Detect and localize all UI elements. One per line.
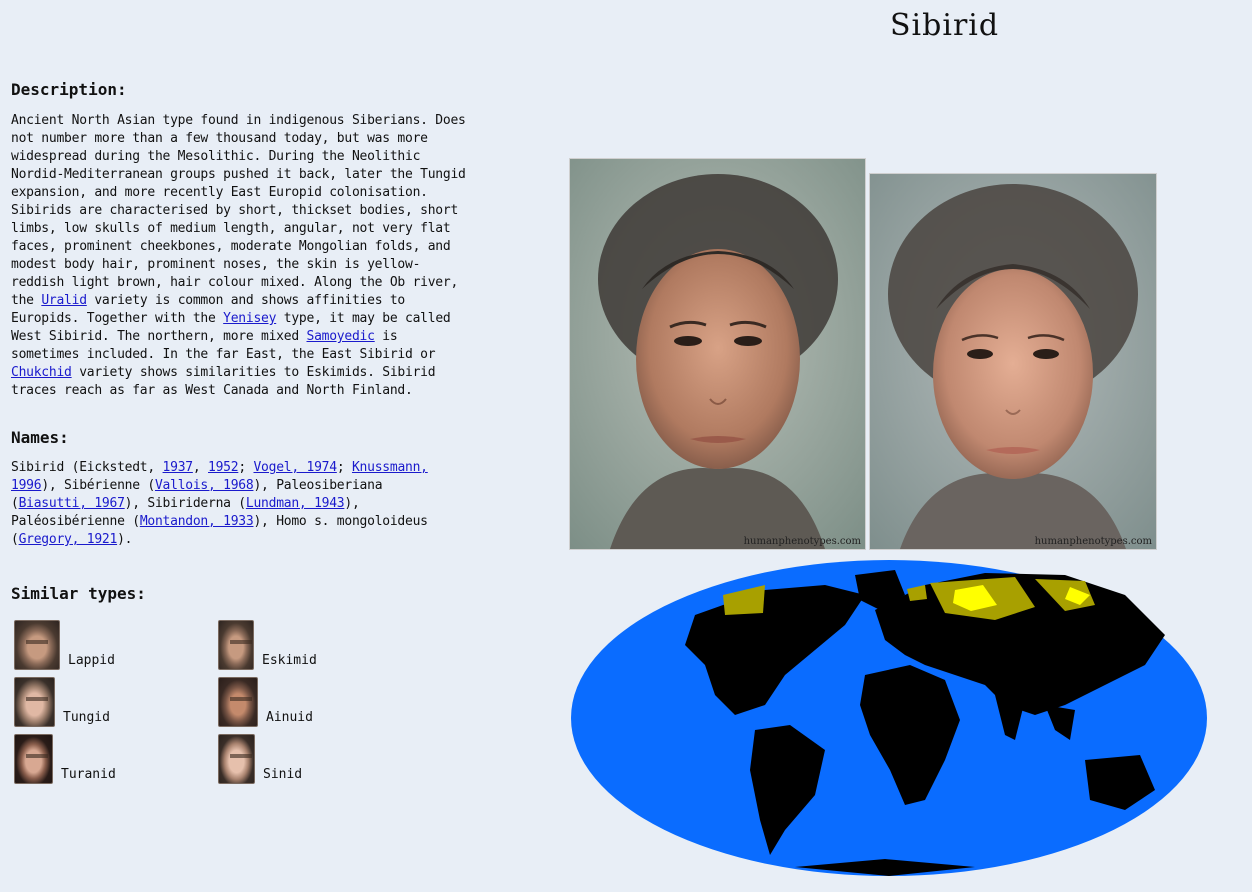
description-text: Ancient North Asian type found in indige… <box>11 112 469 400</box>
link-samoyedic[interactable]: Samoyedic <box>307 329 375 344</box>
ref-eickstedt-1937[interactable]: 1937 <box>163 460 194 475</box>
distribution-map <box>565 555 1217 885</box>
female-face-image <box>870 174 1156 549</box>
similar-item-sinid[interactable]: Sinid <box>218 734 302 784</box>
ref-gregory-1921[interactable]: Gregory, 1921 <box>19 532 118 547</box>
similar-item-tungid[interactable]: Tungid <box>14 677 110 727</box>
female-photo-watermark: humanphenotypes.com <box>1034 536 1152 547</box>
eskimid-thumbnail[interactable] <box>218 620 254 670</box>
desc-text-5: variety shows similarities to Eskimids. … <box>11 365 436 398</box>
names-text-10: ). <box>117 532 133 547</box>
description-heading: Description: <box>11 80 127 99</box>
similar-label-turanid[interactable]: Turanid <box>61 767 116 782</box>
male-face-image <box>570 159 865 549</box>
female-face-photo: humanphenotypes.com <box>869 173 1157 550</box>
ref-eickstedt-1952[interactable]: 1952 <box>208 460 239 475</box>
similar-label-sinid[interactable]: Sinid <box>263 767 302 782</box>
sinid-thumbnail[interactable] <box>218 734 255 784</box>
names-text-5: ), Sibérienne ( <box>41 478 155 493</box>
link-uralid[interactable]: Uralid <box>41 293 87 308</box>
similar-label-ainuid[interactable]: Ainuid <box>266 710 313 725</box>
turanid-thumbnail[interactable] <box>14 734 53 784</box>
names-text: Sibirid (Eickstedt, 1937, 1952; Vogel, 1… <box>11 459 456 549</box>
names-text-4: ; <box>336 460 352 475</box>
names-text-2: , <box>192 460 209 475</box>
male-photo-watermark: humanphenotypes.com <box>743 536 861 547</box>
ref-lundman-1943[interactable]: Lundman, 1943 <box>246 496 345 511</box>
similar-item-lappid[interactable]: Lappid <box>14 620 115 670</box>
similar-item-ainuid[interactable]: Ainuid <box>218 677 313 727</box>
similar-label-eskimid[interactable]: Eskimid <box>262 653 317 668</box>
similar-item-turanid[interactable]: Turanid <box>14 734 116 784</box>
link-yenisey[interactable]: Yenisey <box>223 311 276 326</box>
similar-label-lappid[interactable]: Lappid <box>68 653 115 668</box>
link-chukchid[interactable]: Chukchid <box>11 365 72 380</box>
names-heading: Names: <box>11 428 69 447</box>
names-text-1: Sibirid (Eickstedt, <box>11 460 163 475</box>
tungid-thumbnail[interactable] <box>14 677 55 727</box>
page-title: Sibirid <box>890 8 1000 43</box>
desc-text-1: Ancient North Asian type found in indige… <box>11 113 466 308</box>
ref-montandon-1933[interactable]: Montandon, 1933 <box>140 514 254 529</box>
names-text-7: ), Sibiriderna ( <box>124 496 246 511</box>
ref-biasutti-1967[interactable]: Biasutti, 1967 <box>19 496 125 511</box>
ref-vogel-1974[interactable]: Vogel, 1974 <box>253 460 337 475</box>
ref-vallois-1968[interactable]: Vallois, 1968 <box>155 478 254 493</box>
names-text-3: ; <box>238 460 254 475</box>
lappid-thumbnail[interactable] <box>14 620 60 670</box>
male-face-photo: humanphenotypes.com <box>569 158 866 550</box>
similar-types-heading: Similar types: <box>11 584 146 603</box>
world-map-image <box>571 560 1207 876</box>
similar-item-eskimid[interactable]: Eskimid <box>218 620 317 670</box>
similar-label-tungid[interactable]: Tungid <box>63 710 110 725</box>
ainuid-thumbnail[interactable] <box>218 677 258 727</box>
